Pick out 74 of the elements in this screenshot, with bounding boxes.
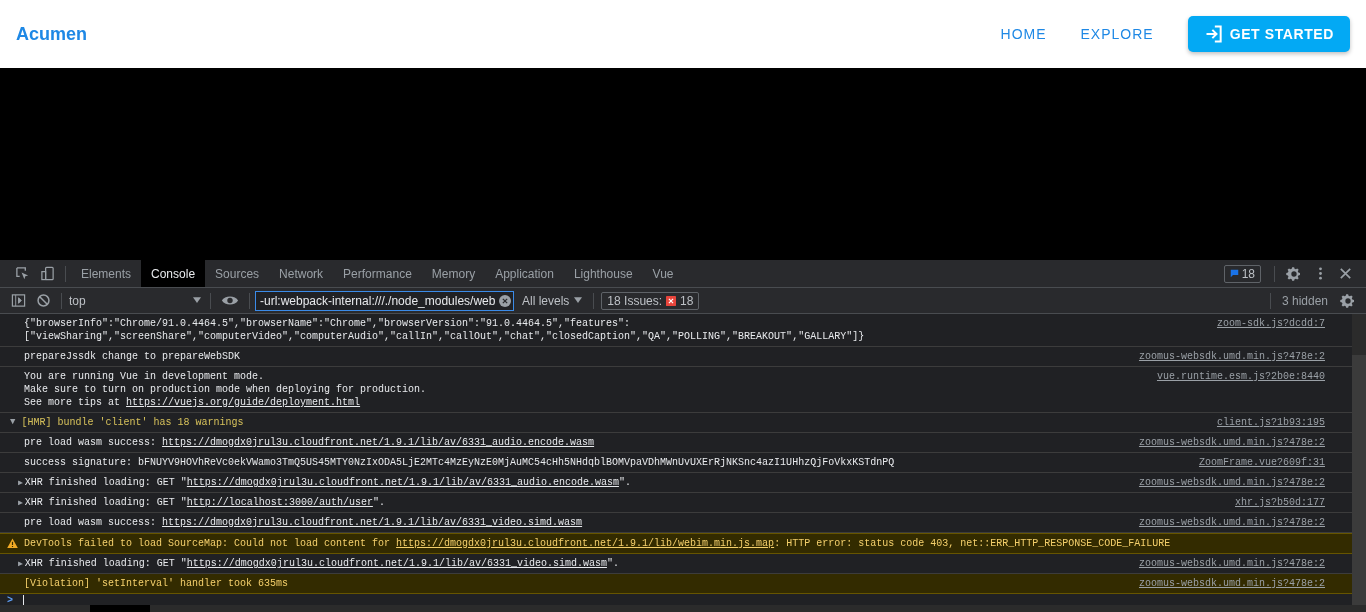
source-link[interactable]: zoomus-websdk.umd.min.js?478e:2 [1138, 557, 1325, 570]
settings-icon[interactable] [1286, 265, 1302, 282]
eye-icon[interactable] [221, 294, 239, 307]
message-text: success signature: bFNUYV9HOVhReVc0ekVWamo3TmQ5US45MTY0NzIxODA5LjE2MTc4MzEyNzE0MjAuMC54cHh5NHdqblBOMVpaVDhMWnUvUXErRjNKSnc4azI1UHhzQjFoVkxKSTdnPQ [24, 456, 895, 469]
devtools-tab[interactable]: Sources [205, 260, 270, 287]
close-icon[interactable] [1338, 266, 1353, 281]
message-text: pre load wasm success: https://dmogdx0jrul3u.cloudfront.net/1.9.1/lib/av/6331_video.simd.wasm [24, 516, 583, 529]
caret-icon [193, 297, 201, 304]
source-link[interactable]: ZoomFrame.vue?609f:31 [1198, 456, 1325, 469]
source-link[interactable]: client.js?1b93:195 [1216, 416, 1325, 429]
nav-link[interactable]: HOME [1000, 26, 1047, 42]
devtools-tab[interactable]: Lighthouse [563, 260, 643, 287]
message-icon [1229, 269, 1239, 278]
prompt-chevron: > [7, 595, 13, 605]
link[interactable]: https://dmogdx0jrul3u.cloudfront.net/1.9.1/lib/av/6331_audio.encode.wasm [162, 437, 595, 448]
message-text: prepareJssdk change to prepareWebSDK [24, 350, 241, 363]
link[interactable]: https://dmogdx0jrul3u.cloudfront.net/1.9.1/lib/av/6331_video.simd.wasm [186, 558, 607, 569]
source-link[interactable]: zoomus-websdk.umd.min.js?478e:2 [1138, 577, 1325, 590]
link[interactable]: http://localhost:3000/auth/user [186, 497, 373, 508]
devtools-tab[interactable]: Console [141, 260, 206, 287]
message-text: [Violation] 'setInterval' handler took 635ms [24, 577, 289, 590]
message-text: You are running Vue in development mode. [24, 370, 265, 383]
devtools-tab[interactable]: Performance [333, 260, 422, 287]
filter-field[interactable]: -url:webpack-internal:///./node_modules/web [255, 290, 514, 311]
sidebar-toggle-icon[interactable] [11, 293, 26, 308]
message-text: XHR finished loading: GET "https://dmogdx0jrul3u.cloudfront.net/1.9.1/lib/av/6331_audio.encode.wasm". [24, 476, 631, 489]
link[interactable]: https://dmogdx0jrul3u.cloudfront.net/1.9.1/lib/av/6331_audio.encode.wasm [186, 477, 619, 488]
expand-toggle[interactable]: ▶ [18, 496, 23, 509]
message-text: DevTools failed to load SourceMap: Could not load content for https://dmogdx0jrul3u.cloudfront.net/1.9.1/lib/webim.min.js.map: HTTP error: status code 403, net::ERR_HTTP_RESPONSE_CODE_FAILURE [24, 537, 1171, 550]
message-text: [HMR] bundle 'client' has 18 warnings [21, 416, 244, 429]
link[interactable]: https://vuejs.org/guide/deployment.html [126, 397, 361, 408]
issues-button[interactable]: 18 Issues: 18 [601, 291, 700, 310]
horizontal-scrollbar[interactable] [0, 605, 1366, 612]
expand-toggle[interactable]: ▶ [18, 476, 23, 489]
source-link[interactable]: zoomus-websdk.umd.min.js?478e:2 [1138, 516, 1325, 529]
caret-icon [574, 297, 583, 304]
brand-logo[interactable]: Acumen [16, 23, 87, 45]
devtools-tab[interactable]: Vue [642, 260, 684, 287]
devtools-tab[interactable]: Application [485, 260, 564, 287]
source-link[interactable]: vue.runtime.esm.js?2b0e:8440 [1156, 370, 1325, 383]
expand-toggle[interactable]: ▶ [18, 557, 23, 570]
message-text: See more tips at https://vuejs.org/guide/deployment.html [24, 396, 361, 409]
expand-toggle[interactable]: ▼ [10, 416, 16, 429]
device-icon[interactable] [40, 266, 55, 281]
devtools-tab[interactable]: Elements [71, 260, 142, 287]
vertical-scrollbar[interactable] [1352, 314, 1366, 605]
warning-icon [6, 538, 18, 549]
devtools-tab[interactable]: Network [269, 260, 334, 287]
clear-console-icon[interactable] [36, 293, 51, 308]
message-text: pre load wasm success: https://dmogdx0jrul3u.cloudfront.net/1.9.1/lib/av/6331_audio.encode.wasm [24, 436, 595, 449]
input-cursor[interactable] [23, 595, 24, 605]
message-text: XHR finished loading: GET "http://localhost:3000/auth/user". [24, 496, 385, 509]
context-select[interactable]: top [67, 293, 205, 308]
hidden-count: 3 hidden [1280, 293, 1329, 308]
settings-icon[interactable] [1340, 292, 1356, 309]
devtools-tab[interactable]: Memory [421, 260, 486, 287]
message-text: XHR finished loading: GET "https://dmogdx0jrul3u.cloudfront.net/1.9.1/lib/av/6331_video.simd.wasm". [24, 557, 619, 570]
inspect-icon[interactable] [15, 266, 30, 281]
error-icon [666, 295, 677, 306]
source-link[interactable]: zoomus-websdk.umd.min.js?478e:2 [1138, 476, 1325, 489]
message-text: {"browserInfo":"Chrome/91.0.4464.5","browserName":"Chrome","browserVersion":"91.0.4464.5","features": [24, 317, 631, 330]
nav-link[interactable]: EXPLORE [1080, 26, 1154, 42]
message-text: Make sure to turn on production mode when deploying for production. [24, 383, 427, 396]
source-link[interactable]: xhr.js?b50d:177 [1235, 496, 1325, 509]
issues-badge[interactable]: 18 [1223, 264, 1261, 283]
source-link[interactable]: zoomus-websdk.umd.min.js?478e:2 [1138, 350, 1325, 363]
clear-icon[interactable] [499, 294, 511, 307]
message-text: ["viewSharing","screenShare","computerVideo","computerAudio","callIn","callOut","chat","closedCaption","QA","POLLING","BREAKOUT","GALLARY"]} [24, 330, 865, 343]
link[interactable]: https://dmogdx0jrul3u.cloudfront.net/1.9.1/lib/webim.min.js.map [396, 538, 775, 549]
source-link[interactable]: zoom-sdk.js?dcdd:7 [1216, 317, 1325, 330]
issues-count: 18 [1241, 266, 1255, 281]
link[interactable]: https://dmogdx0jrul3u.cloudfront.net/1.9.1/lib/av/6331_video.simd.wasm [162, 517, 583, 528]
source-link[interactable]: zoomus-websdk.umd.min.js?478e:2 [1138, 436, 1325, 449]
levels-dropdown[interactable]: All levels [514, 293, 589, 308]
